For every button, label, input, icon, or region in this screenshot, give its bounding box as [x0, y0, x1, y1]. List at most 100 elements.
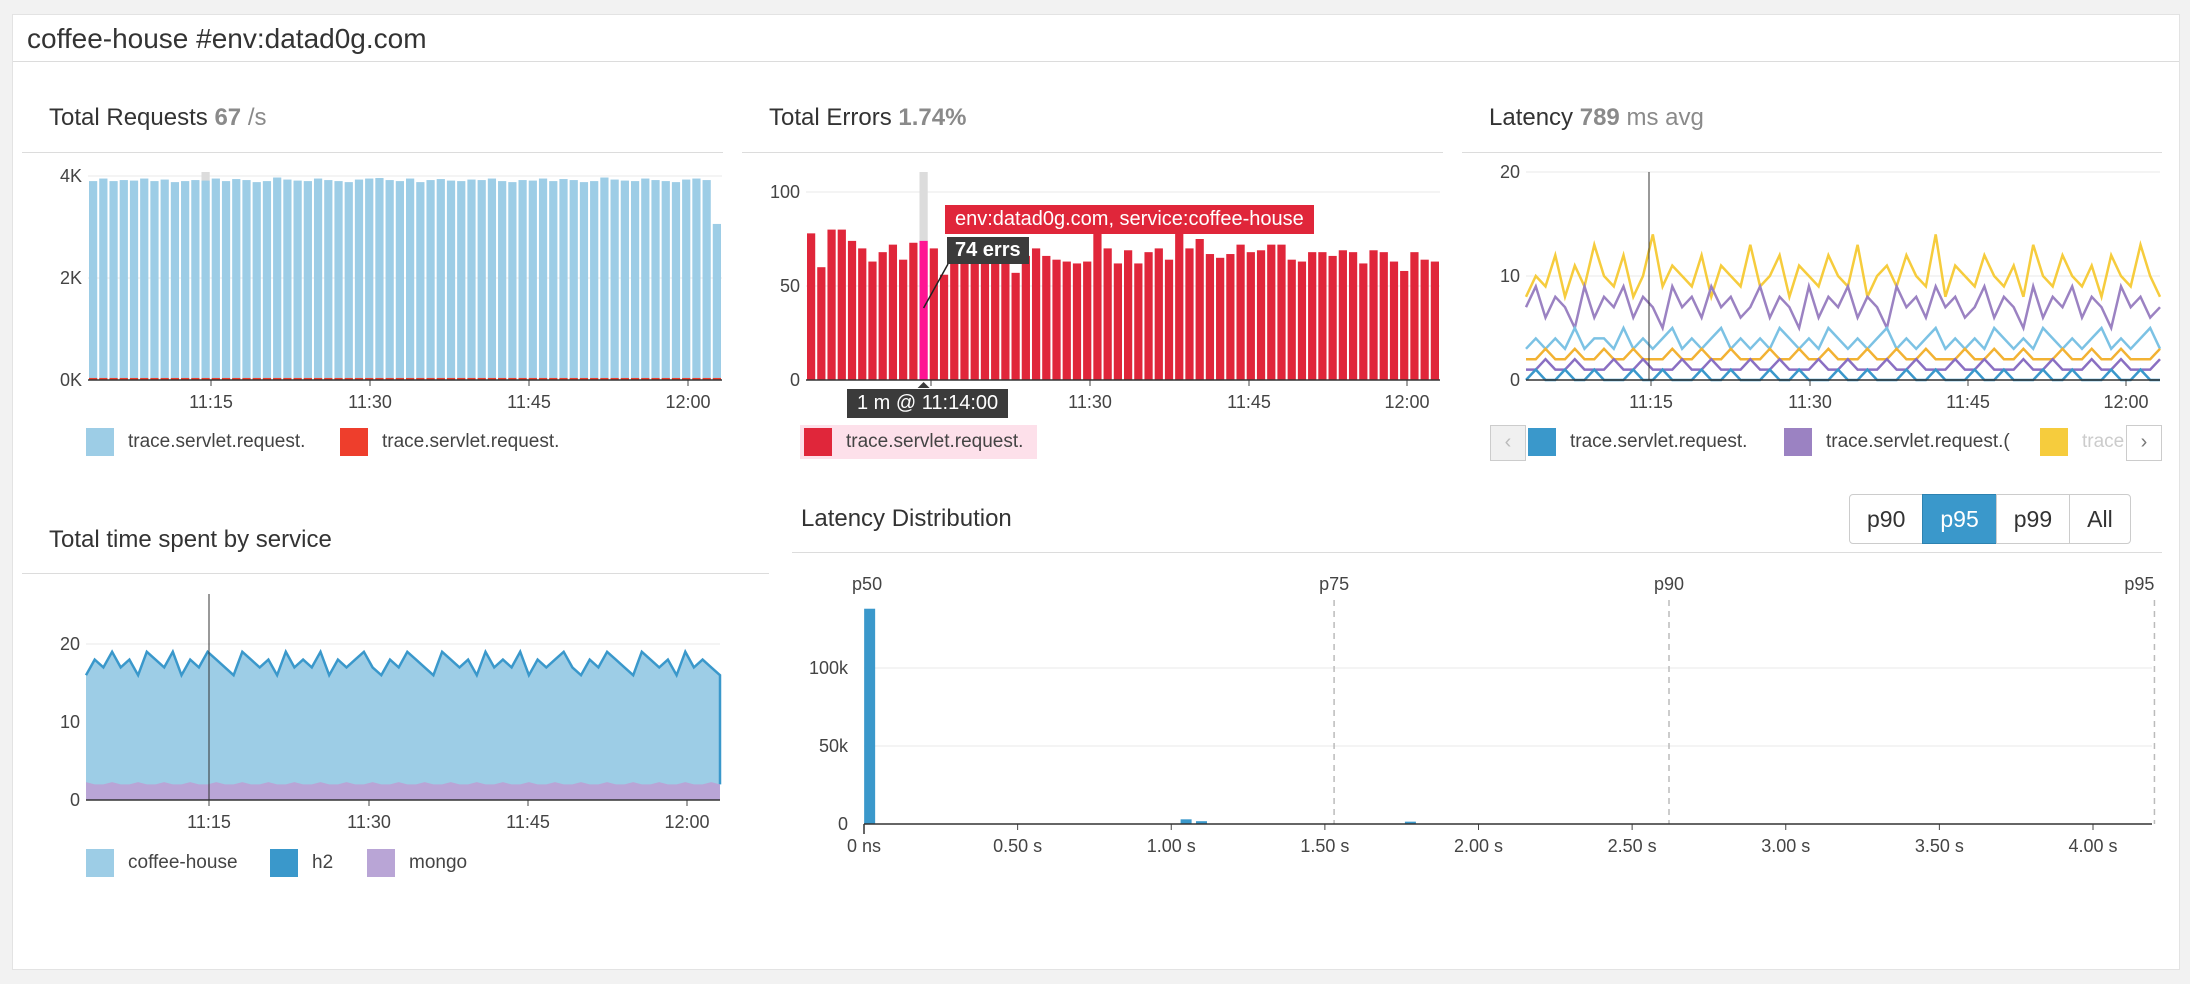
requests-bar: [487, 178, 497, 380]
errors-bar: [1154, 248, 1163, 380]
requests-x-tick: 12:00: [665, 392, 710, 412]
errors-bar: [837, 229, 846, 380]
requests-bar: [692, 178, 701, 380]
requests-legend-item-1[interactable]: trace.servlet.request.: [86, 428, 305, 456]
errors-bar: [1379, 252, 1388, 380]
requests-bar: [262, 181, 272, 380]
requests-bar: [528, 180, 537, 380]
distribution-x-tick: 0 ns: [847, 836, 881, 856]
errors-bar: [1389, 261, 1399, 380]
latency-legend-item-3[interactable]: trace: [2040, 428, 2124, 456]
requests-bar: [620, 180, 629, 380]
errors-bar: [1052, 259, 1061, 380]
errors-bar: [929, 248, 938, 380]
legend-label: coffee-house: [128, 852, 238, 873]
latency-legend-item-1[interactable]: trace.servlet.request.: [1528, 428, 1747, 456]
distribution-x-tick: 1.00 s: [1147, 836, 1196, 856]
distribution-marker-label: p75: [1319, 574, 1349, 594]
errors-legend-item-1[interactable]: trace.servlet.request.: [800, 425, 1038, 459]
errors-bar: [939, 274, 949, 380]
errors-bar: [1216, 257, 1225, 380]
errors-bar: [827, 229, 836, 380]
errors-x-tick: 11:45: [1227, 392, 1271, 412]
errors-bar: [858, 248, 867, 380]
latency-y-tick: 10: [1500, 266, 1520, 286]
errors-bar: [1420, 259, 1429, 380]
requests-x-tick: 11:15: [189, 392, 233, 412]
errors-bar: [980, 254, 990, 380]
errors-bar: [950, 254, 959, 380]
requests-bar: [252, 182, 261, 380]
errors-bar: [1308, 252, 1317, 380]
requests-bar: [600, 177, 609, 380]
errors-bar: [1164, 259, 1174, 380]
legend-swatch: [2040, 428, 2068, 456]
requests-bar: [518, 180, 527, 380]
errors-bar: [1348, 252, 1358, 380]
requests-bar: [221, 181, 231, 380]
time-spent-legend-item-1[interactable]: coffee-house: [86, 849, 238, 877]
requests-bar: [467, 179, 476, 380]
errors-bar: [1124, 250, 1133, 380]
requests-bar: [569, 180, 578, 380]
latency-series-blue: [1525, 367, 2160, 382]
errors-bar: [1318, 252, 1327, 380]
errors-bar: [1072, 263, 1082, 380]
errors-bar: [847, 240, 857, 380]
legend-prev-button[interactable]: ‹: [1490, 425, 1526, 461]
requests-bar: [344, 182, 353, 380]
errors-bar: [1011, 272, 1020, 380]
requests-bar: [375, 178, 384, 380]
requests-bar: [395, 181, 404, 380]
requests-bar: [324, 180, 333, 380]
legend-next-button[interactable]: ›: [2126, 425, 2162, 461]
tooltip-series: env:datad0g.com, service:coffee-house: [945, 205, 1314, 234]
errors-bar: [1062, 261, 1071, 380]
latency-series-purple: [1524, 281, 2161, 332]
time-spent-x-tick: 11:45: [506, 812, 550, 832]
legend-label: trace.servlet.request.: [382, 431, 560, 452]
requests-bar: [477, 180, 486, 380]
errors-bar: [1297, 261, 1307, 380]
errors-bar: [1328, 255, 1337, 380]
latency-legend-item-2[interactable]: trace.servlet.request.(: [1784, 428, 2010, 456]
requests-bar: [99, 178, 108, 380]
errors-bar: [1103, 248, 1112, 380]
errors-bar: [878, 252, 887, 380]
requests-bar: [129, 180, 139, 380]
errors-bar: [1400, 270, 1409, 380]
distribution-x-tick: 3.50 s: [1915, 836, 1964, 856]
errors-bar: [1175, 233, 1184, 380]
distribution-x-tick: 0.50 s: [993, 836, 1042, 856]
requests-legend-item-2[interactable]: trace.servlet.request.: [340, 428, 559, 456]
errors-bar: [1042, 255, 1051, 380]
errors-bar: [1246, 252, 1255, 380]
requests-bar: [426, 180, 435, 380]
distribution-x-tick: 3.00 s: [1761, 836, 1810, 856]
legend-label: trace.servlet.request.: [1570, 431, 1748, 452]
legend-label: trace.servlet.request.(: [1826, 431, 2010, 452]
time-spent-legend-item-2[interactable]: h2: [270, 849, 333, 877]
requests-bar: [303, 181, 312, 380]
time-spent-y-tick: 20: [60, 634, 80, 654]
latency-series-gold: [1526, 346, 2161, 361]
requests-bar: [211, 178, 220, 380]
errors-bar: [888, 244, 898, 380]
errors-bar: [1144, 252, 1153, 380]
errors-y-tick: 100: [770, 182, 800, 202]
requests-bar: [181, 181, 190, 380]
time-spent-legend-item-3[interactable]: mongo: [367, 849, 467, 877]
errors-bar: [1410, 252, 1419, 380]
tooltip-value: 74 errs: [947, 237, 1029, 264]
requests-bar: [682, 179, 691, 380]
errors-bar: [1205, 254, 1215, 380]
errors-bar: [1083, 261, 1092, 380]
errors-bar: [991, 259, 1000, 380]
requests-bar: [590, 181, 599, 380]
requests-bar: [385, 180, 394, 380]
errors-bar: [1226, 254, 1235, 380]
errors-bar: [1267, 244, 1276, 380]
legend-label: trace.servlet.request.: [128, 431, 306, 452]
requests-bar: [160, 179, 169, 380]
tooltip-time: 1 m @ 11:14:00: [847, 389, 1009, 418]
